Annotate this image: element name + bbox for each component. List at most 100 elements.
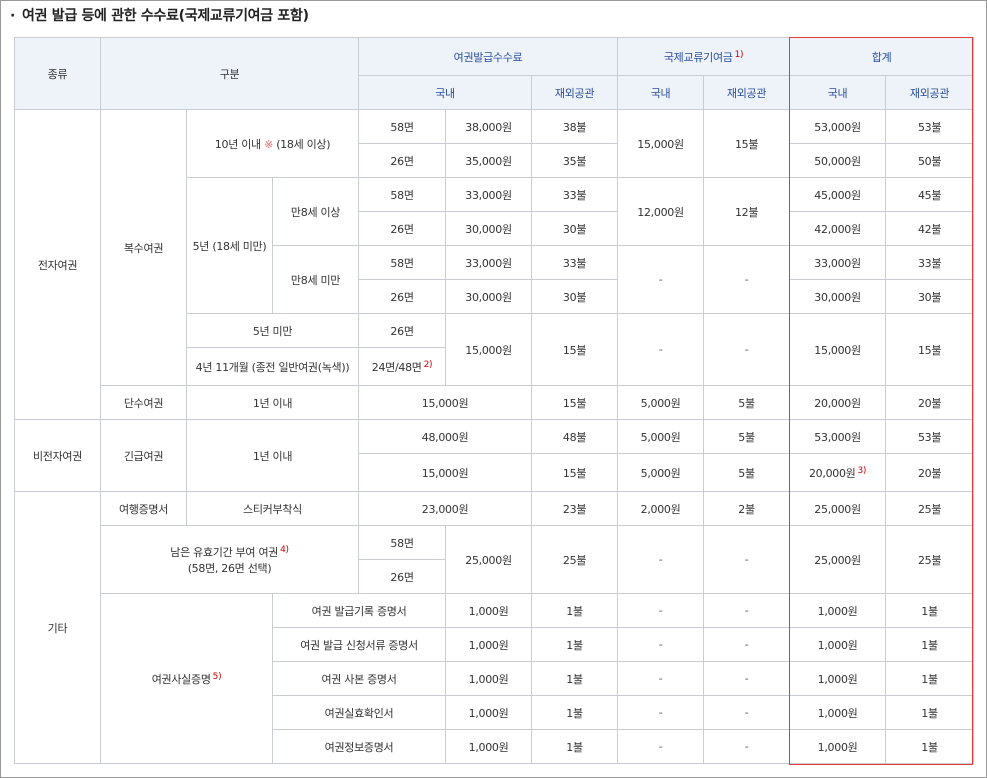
total-domestic: 1,000원 bbox=[789, 593, 887, 628]
total-domestic: 30,000원 bbox=[789, 279, 887, 314]
total-overseas: 1불 bbox=[885, 729, 975, 764]
fund-overseas: 5불 bbox=[703, 419, 791, 454]
fund-overseas: - bbox=[703, 695, 791, 730]
age-8-under: 만8세 미만 bbox=[271, 245, 360, 314]
sub-fact-cert: 여권사실증명 5) bbox=[100, 593, 273, 764]
fund-overseas: - bbox=[703, 661, 791, 696]
header-fund-domestic: 국내 bbox=[617, 75, 705, 110]
fee-overseas: 1불 bbox=[531, 729, 619, 764]
fee-overseas: 1불 bbox=[531, 661, 619, 696]
header-intl-fund-label: 국제교류기여금 bbox=[663, 50, 733, 64]
total-overseas: 1불 bbox=[885, 593, 975, 628]
table-row: 여권사실증명 5) 여권 발급기록 증명서 1,000원 1불 - - 1,000… bbox=[15, 593, 975, 764]
fund-domestic: - bbox=[617, 695, 705, 730]
fee-domestic: 25,000원 bbox=[445, 525, 533, 594]
total-domestic: 15,000원 bbox=[789, 313, 887, 386]
sub-emergency: 긴급여권 bbox=[100, 419, 187, 492]
fund-domestic: - bbox=[617, 593, 705, 628]
sub-multiple: 복수여권 bbox=[100, 109, 187, 386]
footnote-4[interactable]: 4) bbox=[280, 545, 289, 555]
fact-cert-item: 여권 발급기록 증명서 bbox=[271, 593, 447, 628]
total-domestic: 25,000원 bbox=[789, 525, 887, 594]
period-ten-years-label: 10년 이내 bbox=[214, 137, 261, 151]
fund-domestic: - bbox=[617, 245, 705, 314]
fund-overseas: 15불 bbox=[703, 109, 791, 178]
total-overseas: 33불 bbox=[885, 245, 975, 280]
section-title: 여권 발급 등에 관한 수수료(국제교류기여금 포함) bbox=[22, 8, 309, 24]
fund-domestic: - bbox=[617, 661, 705, 696]
total-overseas: 25불 bbox=[885, 491, 975, 526]
total-domestic: 53,000원 bbox=[789, 109, 887, 144]
pages-cell: 58면 bbox=[358, 525, 447, 560]
fund-domestic: 12,000원 bbox=[617, 177, 705, 246]
fee-domestic: 23,000원 bbox=[358, 491, 533, 526]
pages-cell: 58면 bbox=[358, 245, 447, 280]
total-domestic: 1,000원 bbox=[789, 661, 887, 696]
pages-cell: 26면 bbox=[358, 143, 447, 178]
period-sticker: 스티커부착식 bbox=[185, 491, 360, 526]
table-row: 남은 유효기간 부여 여권 4) (58면, 26면 선택) 58면 25,000… bbox=[15, 525, 975, 594]
fact-cert-item: 여권 발급 신청서류 증명서 bbox=[271, 627, 447, 662]
footnote-1[interactable]: 1) bbox=[735, 50, 744, 60]
fee-overseas: 15불 bbox=[531, 453, 619, 492]
total-overseas: 45불 bbox=[885, 177, 975, 212]
total-domestic: 25,000원 bbox=[789, 491, 887, 526]
remaining-validity-label: 남은 유효기간 부여 여권 bbox=[170, 545, 279, 559]
footnote-2[interactable]: 2) bbox=[424, 360, 433, 370]
fact-cert-item: 여권정보증명서 bbox=[271, 729, 447, 764]
period-five-years: 5년 (18세 미만) bbox=[186, 177, 273, 314]
fee-overseas: 30불 bbox=[531, 279, 619, 314]
fund-overseas: - bbox=[703, 729, 791, 764]
fund-overseas: 12불 bbox=[703, 177, 791, 246]
fund-domestic: - bbox=[617, 313, 705, 386]
fee-overseas: 33불 bbox=[531, 177, 619, 212]
fund-domestic: - bbox=[617, 525, 705, 594]
remaining-validity-sub: (58면, 26면 선택) bbox=[187, 561, 272, 575]
footnote-3[interactable]: 3) bbox=[858, 466, 867, 476]
fund-domestic: 15,000원 bbox=[617, 109, 705, 178]
fee-overseas: 33불 bbox=[531, 245, 619, 280]
pages-cell: 24면/48면 2) bbox=[358, 347, 447, 386]
fund-overseas: - bbox=[703, 627, 791, 662]
fee-domestic: 15,000원 bbox=[358, 385, 533, 420]
total-domestic: 20,000원 bbox=[789, 385, 887, 420]
pages-cell: 26면 bbox=[358, 559, 447, 594]
total-domestic: 53,000원 bbox=[789, 419, 887, 454]
bullet-icon: · bbox=[10, 8, 16, 24]
type-non-electronic: 비전자여권 bbox=[14, 419, 101, 492]
header-total-domestic: 국내 bbox=[789, 75, 887, 110]
total-domestic: 33,000원 bbox=[789, 245, 887, 280]
fund-domestic: 5,000원 bbox=[617, 453, 705, 492]
fee-overseas: 35불 bbox=[531, 143, 619, 178]
pages-24-48: 24면/48면 bbox=[371, 360, 422, 374]
fee-domestic: 1,000원 bbox=[445, 593, 533, 628]
period-one-year: 1년 이내 bbox=[185, 385, 360, 420]
pages-cell: 26면 bbox=[358, 279, 447, 314]
type-other: 기타 bbox=[14, 491, 101, 764]
footnote-5[interactable]: 5) bbox=[213, 672, 222, 682]
type-electronic: 전자여권 bbox=[14, 109, 101, 420]
total-domestic: 50,000원 bbox=[789, 143, 887, 178]
fee-overseas: 48불 bbox=[531, 419, 619, 454]
fee-overseas: 15불 bbox=[531, 385, 619, 420]
fund-overseas: 5불 bbox=[703, 453, 791, 492]
pages-cell: 26면 bbox=[358, 313, 447, 348]
fee-overseas: 15불 bbox=[531, 313, 619, 386]
header-fee-overseas: 재외공관 bbox=[531, 75, 619, 110]
total-overseas: 1불 bbox=[885, 627, 975, 662]
total-overseas: 50불 bbox=[885, 143, 975, 178]
total-overseas: 25불 bbox=[885, 525, 975, 594]
total-overseas: 1불 bbox=[885, 695, 975, 730]
pages-cell: 58면 bbox=[358, 177, 447, 212]
fee-domestic: 35,000원 bbox=[445, 143, 533, 178]
total-domestic: 42,000원 bbox=[789, 211, 887, 246]
fund-overseas: 5불 bbox=[703, 385, 791, 420]
total-domestic: 1,000원 bbox=[789, 729, 887, 764]
total-overseas: 20불 bbox=[885, 385, 975, 420]
fee-domestic: 48,000원 bbox=[358, 419, 533, 454]
fund-domestic: 5,000원 bbox=[617, 385, 705, 420]
period-one-year: 1년 이내 bbox=[185, 419, 360, 492]
header-fund-overseas: 재외공관 bbox=[703, 75, 791, 110]
period-ten-years: 10년 이내 ※ (18세 이상) bbox=[185, 109, 360, 178]
fee-table: 종류 구분 여권발급수수료 국제교류기여금 1) 합계 국내 재외공관 국내 재외… bbox=[14, 37, 975, 764]
